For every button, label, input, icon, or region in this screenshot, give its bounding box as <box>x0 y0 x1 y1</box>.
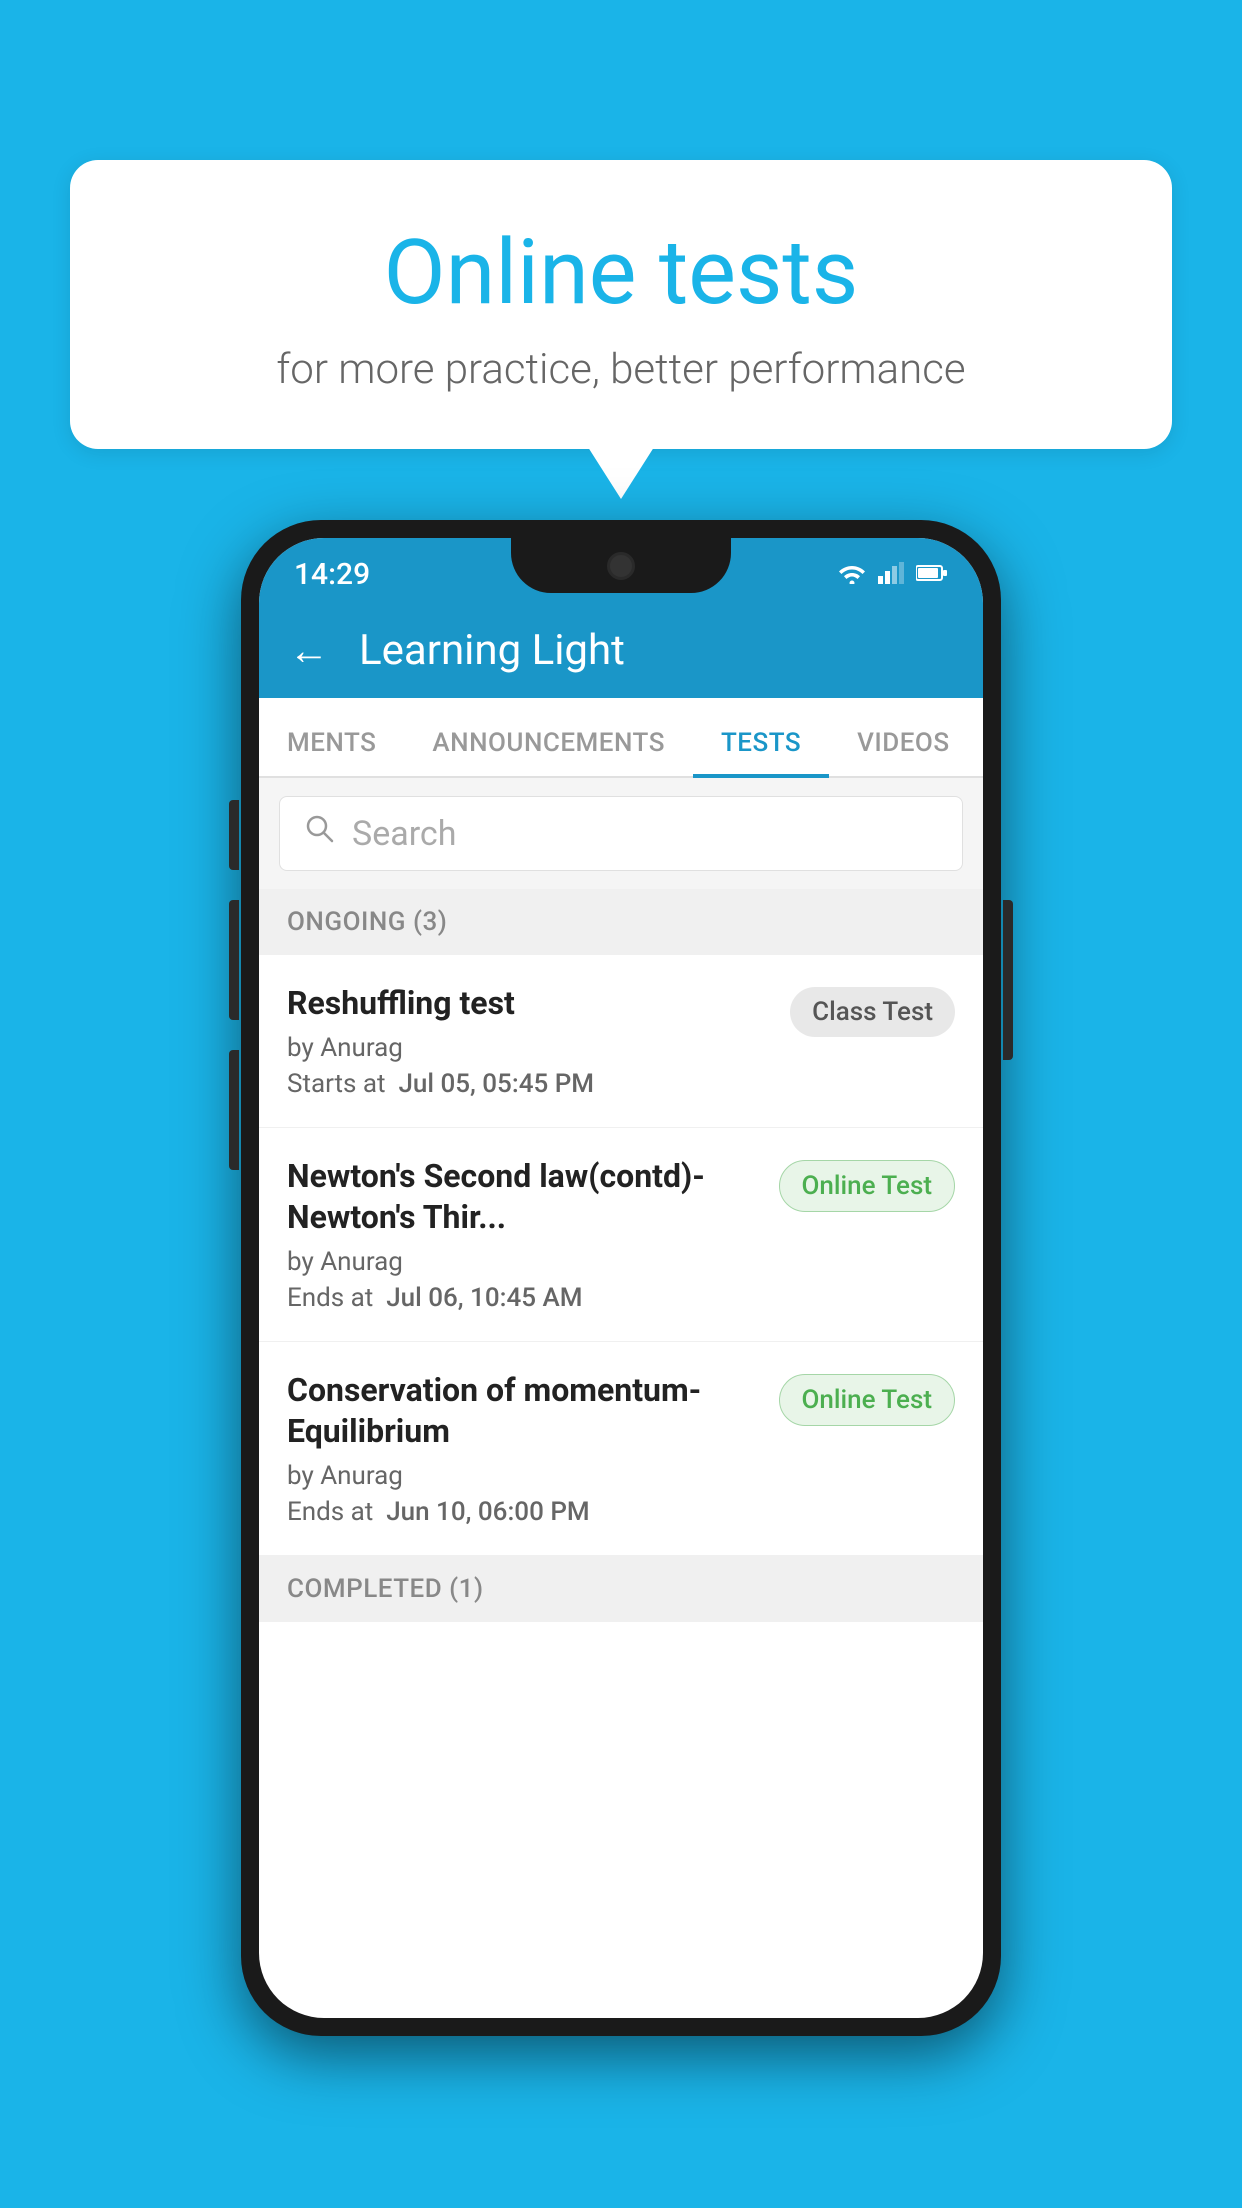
test-author-reshuffling: by Anurag <box>287 1033 770 1063</box>
badge-online-test-newtons: Online Test <box>779 1160 956 1212</box>
test-title-conservation: Conservation of momentum-Equilibrium <box>287 1370 759 1453</box>
status-icons <box>838 562 948 588</box>
badge-online-test-conservation: Online Test <box>779 1374 956 1426</box>
tab-tests[interactable]: TESTS <box>693 728 829 778</box>
test-info-reshuffling: Reshuffling test by Anurag Starts at Jul… <box>287 983 790 1099</box>
phone-screen: 14:29 <box>259 538 983 2018</box>
speech-bubble-subtitle: for more practice, better performance <box>120 345 1122 394</box>
speech-bubble-container: Online tests for more practice, better p… <box>70 160 1172 449</box>
test-item-reshuffling[interactable]: Reshuffling test by Anurag Starts at Jul… <box>259 955 983 1128</box>
test-date-conservation: Ends at Jun 10, 06:00 PM <box>287 1497 759 1527</box>
speech-bubble-title: Online tests <box>120 220 1122 325</box>
test-info-conservation: Conservation of momentum-Equilibrium by … <box>287 1370 779 1527</box>
search-container: Search <box>259 778 983 889</box>
wifi-icon <box>838 562 866 588</box>
phone-outer: 14:29 <box>241 520 1001 2036</box>
tab-announcements[interactable]: ANNOUNCEMENTS <box>404 728 693 778</box>
test-item-conservation[interactable]: Conservation of momentum-Equilibrium by … <box>259 1342 983 1556</box>
battery-icon <box>916 564 948 586</box>
tab-videos[interactable]: VIDEOS <box>829 728 977 778</box>
test-title-newtons: Newton's Second law(contd)-Newton's Thir… <box>287 1156 759 1239</box>
test-title-reshuffling: Reshuffling test <box>287 983 770 1025</box>
back-button[interactable]: ← <box>289 627 329 674</box>
app-header: ← Learning Light <box>259 603 983 698</box>
app-title: Learning Light <box>359 626 625 675</box>
test-info-newtons: Newton's Second law(contd)-Newton's Thir… <box>287 1156 779 1313</box>
phone-notch <box>511 538 731 593</box>
side-button-right <box>1003 900 1013 1060</box>
side-button-vol-down <box>229 1050 239 1170</box>
tab-ments[interactable]: MENTS <box>259 728 404 778</box>
test-author-conservation: by Anurag <box>287 1461 759 1491</box>
signal-icon <box>878 562 904 588</box>
test-item-newtons[interactable]: Newton's Second law(contd)-Newton's Thir… <box>259 1128 983 1342</box>
search-icon <box>304 813 336 854</box>
test-date-reshuffling: Starts at Jul 05, 05:45 PM <box>287 1069 770 1099</box>
side-button-power <box>229 800 239 870</box>
search-input-placeholder: Search <box>352 814 456 854</box>
ongoing-section-header: ONGOING (3) <box>259 889 983 955</box>
completed-section-header: COMPLETED (1) <box>259 1556 983 1622</box>
test-author-newtons: by Anurag <box>287 1247 759 1277</box>
badge-class-test-reshuffling: Class Test <box>790 987 955 1037</box>
test-date-newtons: Ends at Jul 06, 10:45 AM <box>287 1283 759 1313</box>
side-button-vol-up <box>229 900 239 1020</box>
tabs-bar: MENTS ANNOUNCEMENTS TESTS VIDEOS <box>259 698 983 778</box>
phone-camera <box>607 552 635 580</box>
speech-bubble: Online tests for more practice, better p… <box>70 160 1172 449</box>
phone-mockup: 14:29 <box>241 520 1001 2036</box>
search-bar[interactable]: Search <box>279 796 963 871</box>
status-time: 14:29 <box>294 557 370 592</box>
